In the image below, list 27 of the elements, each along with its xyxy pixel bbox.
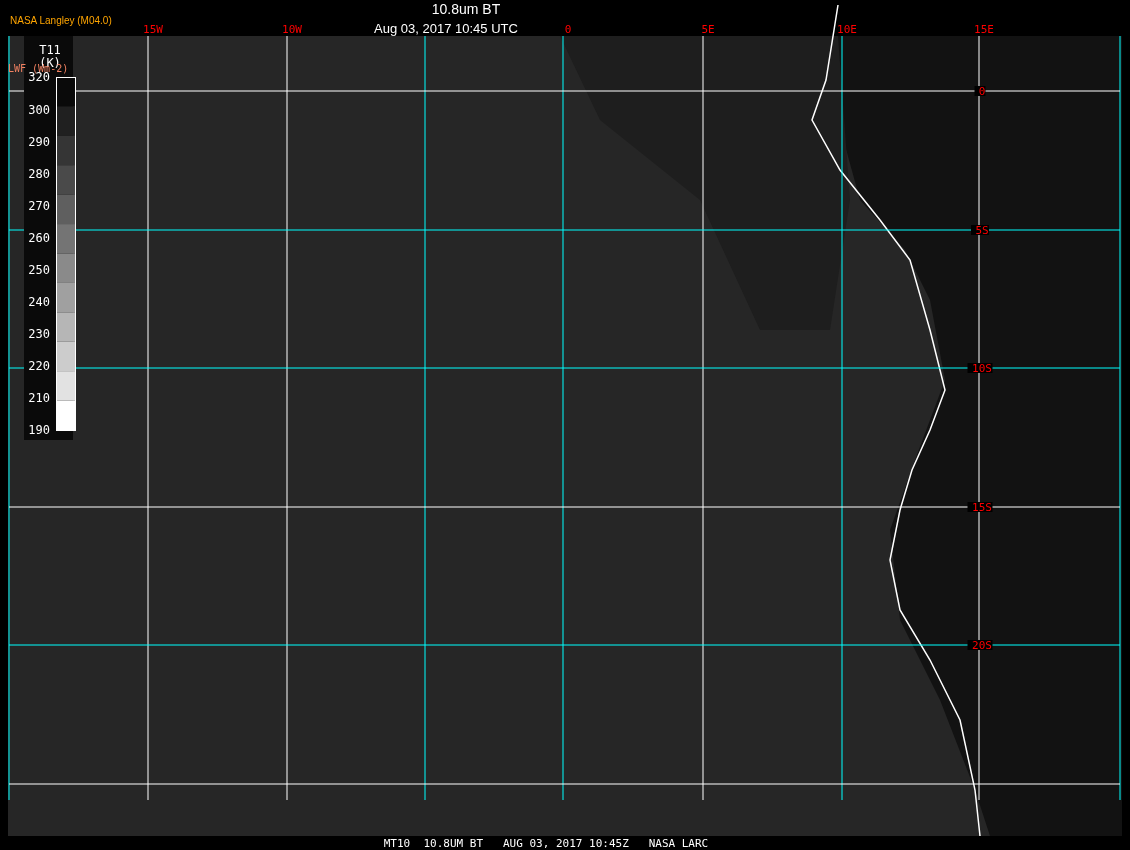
legend-tick-label: 220 [28,359,50,373]
latitude-label: 5S [975,224,989,237]
latitude-label: 10S [972,362,992,375]
latitude-label: 15S [972,501,992,514]
legend-tick-label: 260 [28,231,50,245]
longitude-label: 10E [837,23,857,36]
legend-tick-label: 280 [28,167,50,181]
footer-caption: MT10 10.8UM BT AUG 03, 2017 10:45Z NASA LARC [383,837,709,850]
image-title: 10.8um BT [431,1,501,17]
latitude-label: 0 [978,85,986,98]
legend-tick-label: 230 [28,327,50,341]
longitude-label: 15W [143,23,163,36]
longitude-label: 0 [564,23,572,36]
legend-tick-label: 290 [28,135,50,149]
longitude-label: 10W [282,23,302,36]
legend-tick-label: 240 [28,295,50,309]
longitude-label: 15E [974,23,994,36]
legend-tick-label: 250 [28,263,50,277]
legend-tick-label: 270 [28,199,50,213]
legend-tick-label: 210 [28,391,50,405]
legend-tick-label: 190 [28,423,50,437]
legend-title: T11 [39,43,61,57]
legend-tick-label: 300 [28,103,50,117]
latitude-label: 20S [972,639,992,652]
source-label: NASA Langley (M04.0) [10,15,112,26]
longitude-label: 5E [701,23,715,36]
image-datetime: Aug 03, 2017 10:45 UTC [374,21,518,36]
